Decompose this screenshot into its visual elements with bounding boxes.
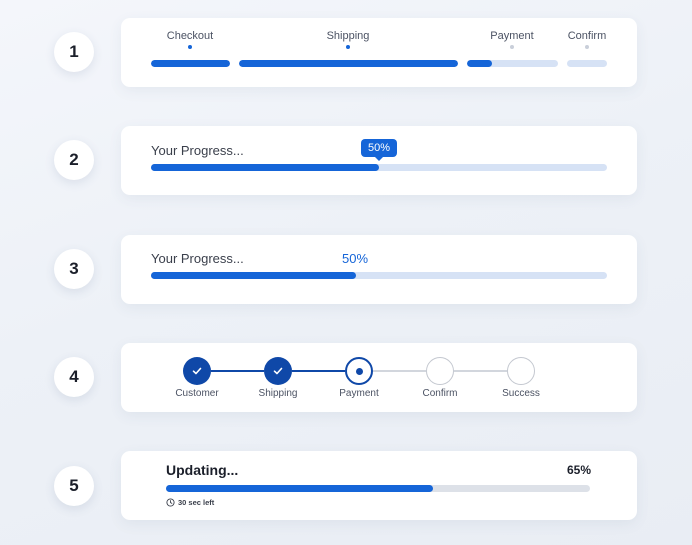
step-label-success: Success	[502, 388, 540, 399]
step-dot-payment	[510, 45, 514, 49]
connector-payment-confirm	[373, 370, 426, 372]
step-label-confirm: Confirm	[422, 388, 458, 399]
segment-confirm	[567, 60, 607, 67]
progress-fill	[151, 164, 379, 171]
step-circle-payment[interactable]	[345, 357, 373, 385]
active-step-dot	[355, 367, 363, 375]
row-number-1: 1	[54, 32, 94, 72]
progress-tooltip-card: Your Progress... 50%	[121, 126, 637, 195]
progress-percent-tooltip: 50%	[361, 139, 398, 161]
checkmark-icon	[273, 367, 283, 375]
segment-fill-checkout	[151, 60, 230, 67]
step-label-shipping: Shipping	[326, 30, 370, 42]
connector-confirm-success	[454, 370, 507, 372]
step-label-checkout: Checkout	[166, 30, 214, 42]
updating-fill	[166, 485, 434, 492]
connector-shipping-payment	[292, 370, 345, 372]
step-dot-checkout	[188, 45, 192, 49]
segment-payment	[467, 60, 558, 67]
segment-fill-shipping	[239, 60, 458, 67]
row-number-2: 2	[54, 140, 94, 180]
progress-track	[151, 272, 607, 279]
step-circle-shipping[interactable]	[264, 357, 292, 385]
segmented-stepper-card: Checkout Shipping Payment Confirm	[121, 18, 637, 87]
step-label-confirm: Confirm	[567, 30, 607, 42]
progress-percent-text: 50%	[342, 251, 369, 266]
step-label-payment: Payment	[490, 30, 534, 42]
segment-fill-payment	[467, 60, 492, 67]
segment-shipping	[239, 60, 458, 67]
row-number-5: 5	[54, 466, 94, 506]
updating-track	[166, 485, 590, 492]
step-dot-confirm	[585, 45, 589, 49]
clock-icon	[166, 498, 175, 507]
step-circle-success[interactable]	[507, 357, 535, 385]
updating-progress-card: Updating... 65% 30 sec left	[121, 451, 637, 520]
checkmark-icon	[192, 367, 202, 375]
time-left: 30 sec left	[166, 498, 214, 507]
progress-fill	[151, 272, 357, 279]
step-label-shipping: Shipping	[258, 388, 298, 399]
row-number-4: 4	[54, 357, 94, 397]
step-dot-shipping	[346, 45, 350, 49]
step-circle-customer[interactable]	[183, 357, 211, 385]
step-label-customer: Customer	[175, 388, 219, 399]
progress-plain-card: Your Progress... 50%	[121, 235, 637, 304]
circle-stepper-card: Customer Shipping Payment Confirm Succes…	[121, 343, 637, 412]
progress-label: Your Progress...	[151, 143, 244, 158]
step-circle-confirm[interactable]	[426, 357, 454, 385]
connector-customer-shipping	[211, 370, 264, 372]
updating-percent: 65%	[566, 463, 591, 477]
row-number-3: 3	[54, 249, 94, 289]
updating-title: Updating...	[166, 462, 239, 478]
step-label-payment: Payment	[339, 388, 379, 399]
time-left-text: 30 sec left	[178, 498, 215, 507]
progress-track	[151, 164, 607, 171]
progress-label: Your Progress...	[151, 251, 244, 266]
segment-checkout	[151, 60, 230, 67]
